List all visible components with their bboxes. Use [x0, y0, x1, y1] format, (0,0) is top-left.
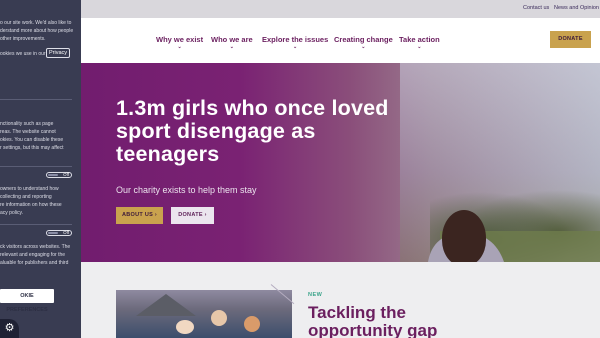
analytics-cookie-toggle[interactable]: Off	[46, 172, 72, 178]
nav-label: Take action	[399, 35, 440, 44]
chevron-down-icon: ⌄	[417, 44, 422, 50]
hero-subtitle: Our charity exists to help them stay	[116, 185, 257, 195]
toggle-label: Off	[63, 230, 69, 235]
cookie-privacy-text: ookies we use in our	[0, 51, 46, 57]
divider	[0, 224, 72, 225]
toggle-knob	[48, 232, 58, 234]
cookie-preferences-panel: o our site work. We'd also like to derst…	[0, 0, 81, 338]
cookie-text-line: re information on how these	[0, 202, 62, 208]
cookie-analytics-text: owners to understand how collecting and …	[0, 185, 62, 217]
photo-child	[211, 310, 227, 326]
cookie-text-line: r settings, but this may affect	[0, 145, 64, 151]
chevron-down-icon: ⌄	[293, 44, 298, 50]
cookie-text-line: reas. The website cannot	[0, 129, 56, 135]
chevron-down-icon: ⌄	[177, 44, 182, 50]
about-us-button[interactable]: ABOUT US ›	[116, 207, 163, 224]
photo-child	[176, 320, 194, 334]
privacy-link-button[interactable]: Privacy	[46, 48, 71, 58]
divider	[0, 99, 72, 100]
utility-bar: Contact us News and Opinion	[0, 0, 600, 18]
nav-explore-the-issues[interactable]: Explore the issues ⌄	[262, 35, 329, 50]
featured-section	[0, 262, 600, 338]
divider	[0, 166, 72, 167]
nav-label: Explore the issues	[262, 35, 329, 44]
contact-us-link[interactable]: Contact us	[523, 5, 549, 11]
cookie-text-line: acy policy.	[0, 210, 23, 216]
hero-title: 1.3m girls who once loved sport disengag…	[116, 96, 389, 166]
photo-building	[136, 294, 196, 316]
cookie-marketing-text: ck visitors across websites. The relevan…	[0, 243, 70, 267]
nav-take-action[interactable]: Take action ⌄	[399, 35, 440, 50]
cookie-intro-text: derstand more about how people	[0, 28, 74, 34]
cookie-text-line: collecting and reporting	[0, 194, 52, 200]
cookie-text-line: relevant and engaging for the	[0, 252, 66, 258]
cookie-necessary-text: nctionality such as page reas. The websi…	[0, 120, 64, 152]
cookie-text-line: okies. You can disable these	[0, 137, 64, 143]
hero-photo-girl-head	[442, 210, 486, 262]
nav-label: Who we are	[211, 35, 253, 44]
featured-photo	[116, 290, 292, 338]
hero-donate-button[interactable]: DONATE ›	[171, 207, 214, 224]
header-donate-button[interactable]: DONATE	[550, 31, 591, 48]
nav-why-we-exist[interactable]: Why we exist ⌄	[156, 35, 204, 50]
cookie-text-line: aluable for publishers and third	[0, 260, 69, 266]
photo-child	[244, 316, 260, 332]
nav-creating-change[interactable]: Creating change ⌄	[334, 35, 393, 50]
nav-label: Creating change	[334, 35, 393, 44]
news-opinion-link[interactable]: News and Opinion	[554, 5, 599, 11]
chevron-down-icon: ⌄	[229, 44, 234, 50]
cookie-intro-text: o our site work. We'd also like to	[0, 20, 72, 26]
cookie-text-line: ck visitors across websites. The	[0, 244, 71, 250]
toggle-label: Off	[63, 172, 69, 177]
section-title[interactable]: Tackling the opportunity gap	[308, 304, 488, 338]
new-tag: NEW	[308, 292, 323, 298]
gear-icon[interactable]: ⚙	[0, 319, 19, 338]
main-nav: Why we exist ⌄ Who we are ⌄ Explore the …	[0, 18, 600, 63]
marketing-cookie-toggle[interactable]: Off	[46, 230, 72, 236]
toggle-knob	[48, 174, 58, 176]
nav-label: Why we exist	[156, 35, 204, 44]
chevron-down-icon: ⌄	[361, 44, 366, 50]
save-cookie-preferences-button[interactable]: OKIE PREFERENCES	[0, 289, 54, 313]
cookie-text-line: owners to understand how	[0, 186, 59, 192]
nav-who-we-are[interactable]: Who we are ⌄	[211, 35, 253, 50]
cookie-text-line: nctionality such as page	[0, 121, 54, 127]
cookie-intro-text: other improvements.	[0, 36, 46, 42]
